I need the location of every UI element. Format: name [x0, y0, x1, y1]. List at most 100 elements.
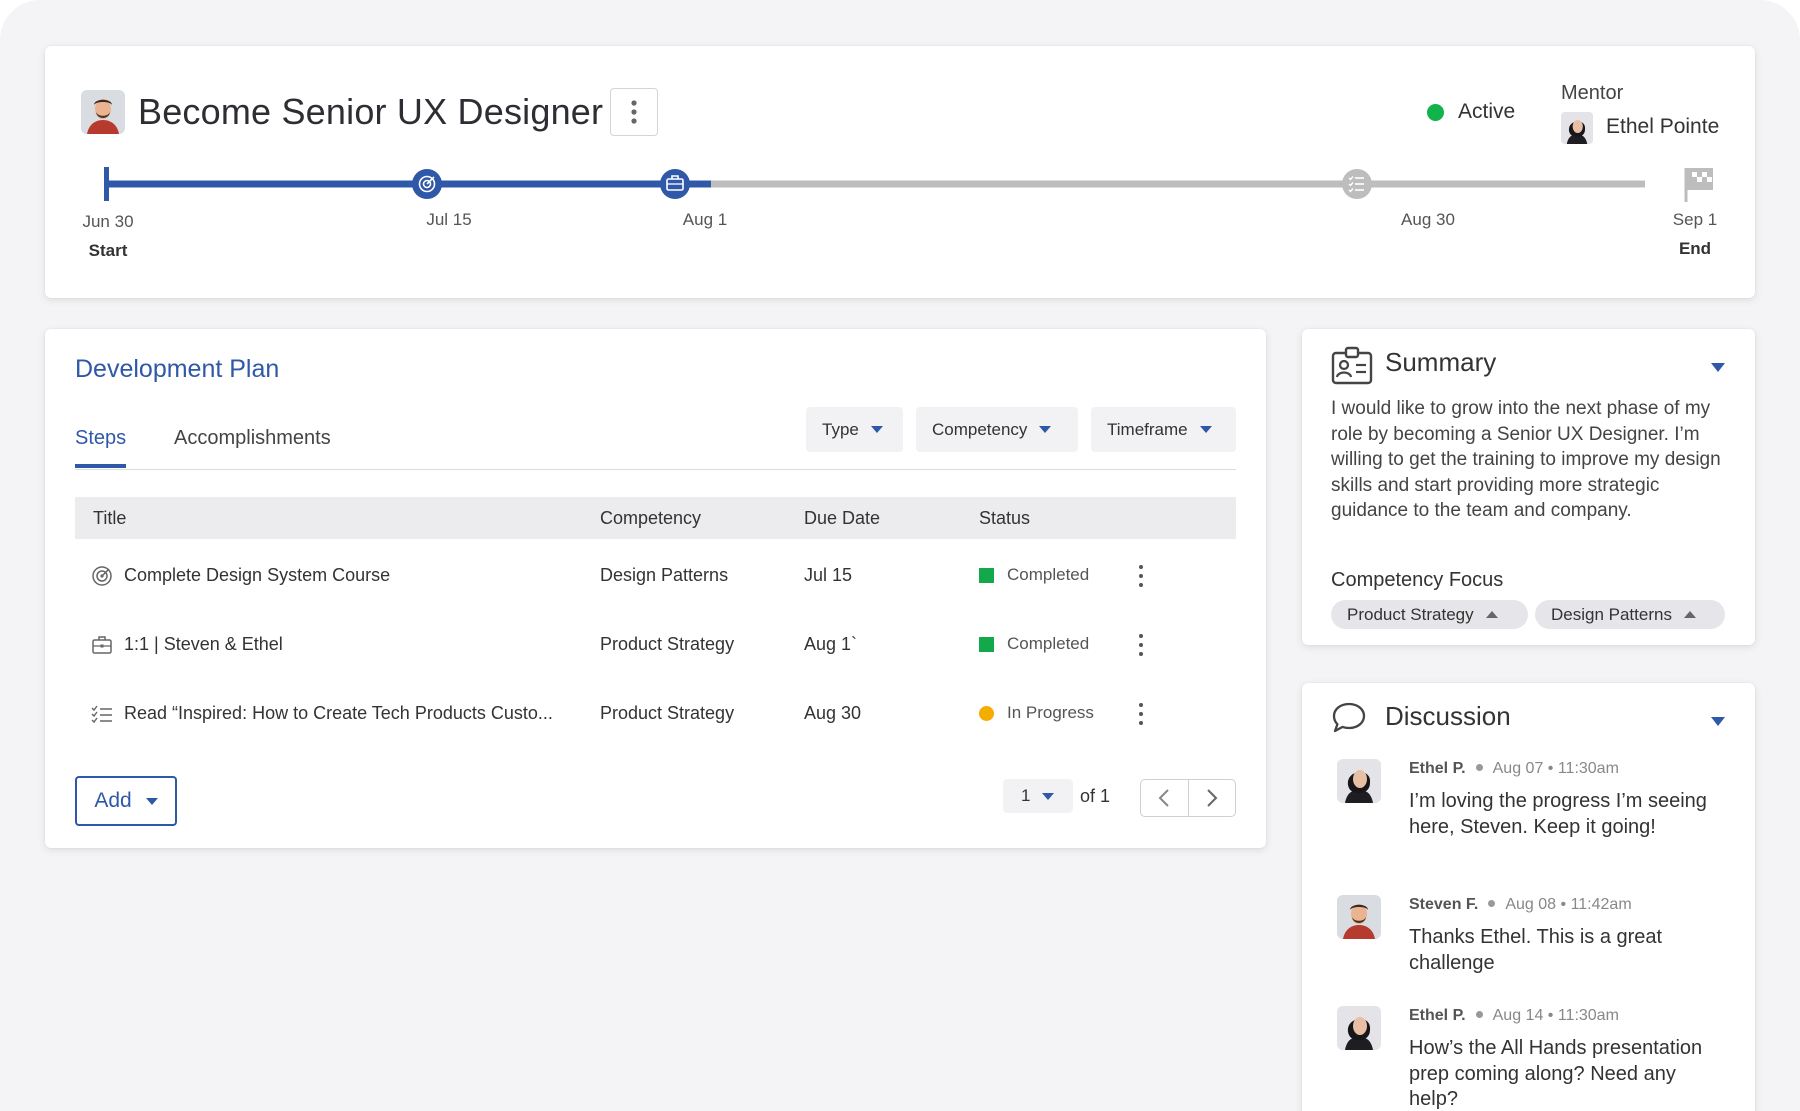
caret-down-icon — [1042, 792, 1055, 800]
comment-author[interactable]: Ethel P. — [1409, 1007, 1466, 1024]
next-page-button[interactable] — [1187, 780, 1236, 816]
summary-card: Summary I would like to grow into the ne… — [1302, 329, 1755, 645]
tabs-divider — [75, 469, 1236, 470]
discussion-title: Discussion — [1385, 701, 1511, 731]
competency-filter-dropdown[interactable]: Competency — [916, 407, 1078, 452]
checklist-icon[interactable] — [1342, 169, 1372, 199]
summary-collapse-toggle[interactable] — [1711, 359, 1725, 377]
comment-body: How’s the All Hands presentation prep co… — [1409, 1037, 1703, 1110]
step-competency: Design Patterns — [600, 565, 729, 585]
development-plan-card: Development Plan Steps Accomplishments T… — [45, 329, 1266, 848]
step-status: Completed — [979, 634, 1089, 654]
female-avatar-icon — [1337, 759, 1381, 803]
briefcase-icon — [92, 636, 112, 654]
step-title[interactable]: Read “Inspired: How to Create Tech Produ… — [124, 703, 553, 724]
plan-title: Development Plan — [75, 355, 280, 383]
timeframe-filter-dropdown[interactable]: Timeframe — [1091, 407, 1236, 452]
table-row[interactable]: Complete Design System Course Design Pat… — [75, 543, 1236, 609]
add-button-label: Add — [94, 789, 132, 812]
page-number: 1 — [1021, 786, 1031, 805]
competency-chip[interactable]: Design Patterns — [1535, 600, 1725, 629]
column-header-competency[interactable]: Competency — [600, 508, 701, 529]
page-number-select[interactable]: 1 — [1003, 779, 1073, 813]
goal-timeline: Jun 30 Start Jul 15 Aug 1 Aug 30 Sep 1 E… — [45, 46, 1755, 298]
comment-meta: Ethel P. Aug 14 • 11:30am — [1409, 1007, 1619, 1025]
comment-time: Aug 07 • 11:30am — [1492, 760, 1619, 777]
status-label: Completed — [1007, 634, 1090, 653]
table-row[interactable]: 1:1 | Steven & Ethel Product Strategy Au… — [75, 612, 1236, 678]
comment-meta: Steven F. Aug 08 • 11:42am — [1409, 896, 1632, 914]
row-options-icon[interactable] — [1131, 563, 1151, 589]
table-row[interactable]: Read “Inspired: How to Create Tech Produ… — [75, 681, 1236, 747]
filter-label: Type — [822, 419, 859, 439]
comment-author[interactable]: Steven F. — [1409, 896, 1478, 913]
separator-dot-icon — [1475, 1011, 1483, 1019]
add-step-button[interactable]: Add — [75, 776, 177, 826]
comment-author[interactable]: Ethel P. — [1409, 760, 1466, 777]
briefcase-icon[interactable] — [660, 169, 690, 199]
step-due-date: Aug 30 — [804, 703, 862, 723]
profile-card-icon — [1331, 346, 1373, 385]
timeline-date: Jul 15 — [426, 210, 472, 229]
previous-page-button[interactable] — [1141, 780, 1188, 816]
caret-down-icon — [1199, 426, 1212, 433]
app-frame: Become Senior UX Designer Active Mentor … — [0, 0, 1800, 1111]
chevron-right-icon — [1207, 789, 1218, 807]
commenter-avatar[interactable] — [1337, 1006, 1381, 1050]
male-avatar-icon — [1337, 895, 1381, 939]
status-label: In Progress — [1007, 703, 1094, 722]
start-marker — [104, 167, 109, 201]
tab-accomplishments[interactable]: Accomplishments — [174, 427, 331, 464]
competency-chip[interactable]: Product Strategy — [1331, 600, 1528, 629]
step-title[interactable]: Complete Design System Course — [124, 565, 390, 586]
competency-focus-label: Competency Focus — [1331, 569, 1504, 591]
caret-up-icon — [1485, 611, 1498, 618]
summary-text: I would like to grow into the next phase… — [1331, 398, 1721, 521]
comment-body: Thanks Ethel. This is a great challenge — [1409, 926, 1663, 974]
separator-dot-icon — [1488, 900, 1496, 908]
target-icon[interactable] — [412, 169, 442, 199]
goal-header-card: Become Senior UX Designer Active Mentor … — [45, 46, 1755, 298]
female-avatar-icon — [1337, 1006, 1381, 1050]
timeline-date: Jun 30 — [82, 212, 134, 231]
caret-down-icon — [870, 426, 883, 433]
caret-up-icon — [1683, 611, 1696, 618]
commenter-avatar[interactable] — [1337, 895, 1381, 939]
step-due-date: Jul 15 — [804, 565, 853, 585]
page-total: of 1 — [1080, 786, 1111, 806]
column-header-title[interactable]: Title — [93, 508, 126, 529]
chip-label: Product Strategy — [1347, 604, 1474, 624]
column-header-status[interactable]: Status — [979, 508, 1030, 529]
summary-title: Summary — [1385, 347, 1497, 377]
target-icon — [92, 566, 112, 586]
step-due-date: Aug 1` — [804, 634, 858, 654]
filter-label: Timeframe — [1107, 419, 1188, 439]
timeline-track — [104, 167, 1713, 202]
type-filter-dropdown[interactable]: Type — [806, 407, 903, 452]
status-square-icon — [979, 567, 994, 583]
pagination-controls — [1140, 779, 1236, 817]
caret-down-icon — [1039, 426, 1052, 433]
column-header-due-date[interactable]: Due Date — [804, 508, 880, 529]
comment-body: I’m loving the progress I’m seeing here,… — [1409, 790, 1707, 838]
status-square-icon — [979, 636, 994, 652]
timeline-start-label: Start — [88, 241, 128, 260]
separator-dot-icon — [1475, 764, 1483, 772]
timeline-date: Aug 1 — [682, 210, 728, 229]
row-options-icon[interactable] — [1131, 632, 1151, 658]
step-title[interactable]: 1:1 | Steven & Ethel — [124, 634, 283, 655]
timeline-end-label: End — [1678, 239, 1712, 258]
caret-down-icon — [1711, 363, 1725, 372]
discussion-collapse-toggle[interactable] — [1711, 713, 1725, 731]
row-options-icon[interactable] — [1131, 701, 1151, 727]
tab-steps[interactable]: Steps — [75, 427, 127, 468]
comment-meta: Ethel P. Aug 07 • 11:30am — [1409, 760, 1619, 778]
status-label: Completed — [1007, 565, 1090, 584]
comment-time: Aug 08 • 11:42am — [1505, 896, 1632, 913]
table-header: Title Competency Due Date Status — [75, 497, 1236, 539]
comment-time: Aug 14 • 11:30am — [1492, 1007, 1619, 1024]
commenter-avatar[interactable] — [1337, 759, 1381, 803]
checklist-icon — [91, 705, 112, 724]
filter-label: Competency — [932, 419, 1028, 439]
chevron-left-icon — [1158, 789, 1169, 807]
